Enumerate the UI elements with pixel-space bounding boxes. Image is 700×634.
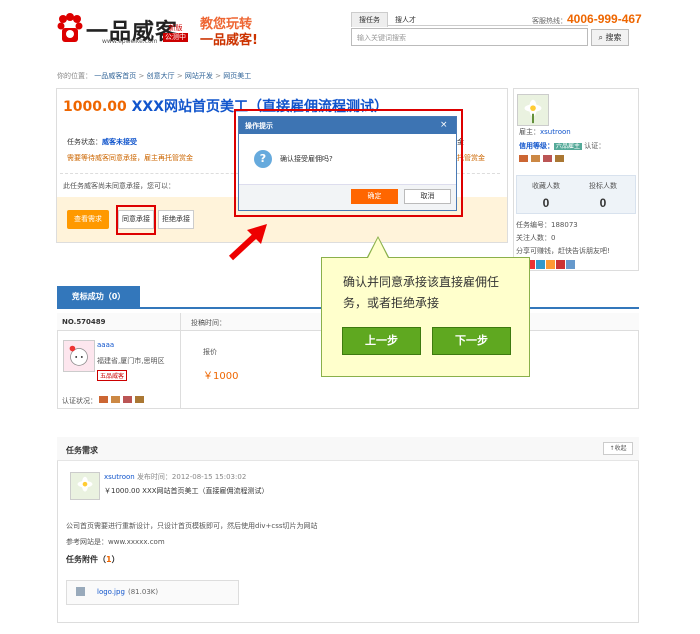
logo-url: www.epweike.com — [102, 38, 158, 45]
requirement-task: ￥1000.00 XXX网站首页美工（直接雇佣流程测试） — [104, 487, 269, 495]
accept-button[interactable]: 同意承接 — [118, 210, 154, 229]
cert-icon — [123, 396, 133, 403]
tab-search-talent[interactable]: 搜人才 — [388, 13, 423, 27]
tab-bid-success[interactable]: 竞标成功（0） — [57, 286, 140, 308]
bid-time: 投稿时间： — [191, 319, 226, 327]
cert-icon — [99, 396, 109, 403]
owner-credit: 信用等级： 六品雇主 认证： — [519, 142, 606, 150]
share-icon[interactable] — [546, 260, 555, 269]
share-icon[interactable] — [556, 260, 565, 269]
requirement-ref: 参考网站是：www.xxxxx.com — [66, 538, 165, 546]
tooltip-text: 确认并同意承接该直接雇佣任务，或者拒绝承接 — [343, 275, 500, 310]
task-notice: 此任务威客尚未同意承接，您可以： — [63, 182, 175, 190]
prev-step-button[interactable]: 上一步 — [342, 327, 421, 355]
requirement-avatar[interactable] — [70, 472, 100, 500]
share-icon[interactable] — [536, 260, 545, 269]
logo-badge: 新版 公测中 — [163, 24, 188, 42]
question-icon: ? — [254, 150, 272, 168]
attachment-link[interactable]: logo.jpg — [97, 588, 125, 596]
price-label: 报价 — [203, 348, 217, 356]
requirement-title: 任务需求 — [66, 446, 98, 455]
search-input[interactable]: 输入关键词搜索 — [351, 28, 588, 46]
cert-icon — [543, 155, 552, 162]
owner-meta: 任务编号：188073 关注人数：0 分享可赚钱，赶快告诉朋友吧! — [516, 221, 610, 255]
cancel-button[interactable]: 取消 — [404, 189, 451, 204]
cert-icon — [555, 155, 564, 162]
reject-button[interactable]: 拒绝承接 — [158, 210, 194, 229]
bid-stat: 投标人数 0 — [589, 182, 617, 210]
bid-number: NO.570489 — [62, 318, 106, 326]
search-icon: ⌕ — [598, 33, 603, 42]
breadcrumb: 你的位置： 一品威客首页 > 创意大厅 > 网站开发 > 网页美工 — [57, 72, 252, 80]
logo-icon — [57, 13, 83, 42]
cert-icon — [135, 396, 145, 403]
bidder-badge: 五品威客 — [97, 370, 128, 381]
cert-icon — [531, 155, 540, 162]
bidder-avatar[interactable] — [63, 340, 95, 372]
next-step-button[interactable]: 下一步 — [432, 327, 511, 355]
attachment-size: (81.03K) — [128, 588, 159, 596]
hotline: 客服热线：4006-999-467 — [532, 12, 642, 26]
crumb-hall[interactable]: 创意大厅 — [147, 72, 175, 80]
collect-stat: 收藏人数 0 — [532, 182, 560, 210]
owner-name: 雇主：xsutroon — [519, 128, 571, 136]
bidder-location: 福建省,厦门市,思明区 — [97, 357, 165, 365]
share-icon[interactable] — [566, 260, 575, 269]
task-warning: 需要等待威客同意承接，雇主再托管赏金 — [67, 154, 193, 162]
search-button[interactable]: ⌕ 搜索 — [591, 29, 629, 46]
owner-avatar[interactable] — [517, 94, 549, 126]
slogan[interactable]: 教您玩转 一品威客! — [200, 17, 258, 49]
task-status: 任务状态：威客未接受 — [67, 138, 137, 146]
dialog-title: 操作提示 — [245, 122, 273, 130]
cert-icon — [519, 155, 528, 162]
cert-icon — [111, 396, 121, 403]
tab-search-task[interactable]: 搜任务 — [351, 12, 388, 27]
requirement-header — [57, 437, 639, 461]
dialog-message: 确认接受雇佣吗? — [280, 155, 333, 163]
bid-price: ￥1000 — [203, 371, 239, 382]
view-requirement-button[interactable]: 查看需求 — [67, 210, 109, 229]
requirement-desc: 公司首页需要进行重新设计，只设计首页模板即可，然后使用div+css切片为网站 — [66, 522, 318, 530]
attachment-heading: 任务附件（1） — [66, 555, 120, 564]
requirement-user: xsutroon 发布时间：2012-08-15 15:03:02 — [104, 473, 247, 481]
confirm-button[interactable]: 确定 — [351, 189, 398, 204]
cert-icons — [519, 155, 567, 164]
collapse-button[interactable]: ↑收起 — [603, 442, 633, 455]
close-icon[interactable]: × — [440, 120, 448, 130]
bid-divider — [180, 313, 181, 409]
crumb-webdesign[interactable]: 网页美工 — [223, 72, 251, 80]
image-file-icon — [76, 587, 85, 596]
level-badge: 六品雇主 — [554, 143, 583, 150]
bidder-name[interactable]: aaaa — [97, 341, 114, 349]
tooltip-pointer-inner — [368, 238, 388, 258]
crumb-home[interactable]: 一品威客首页 — [94, 72, 136, 80]
arrow-icon — [228, 224, 267, 261]
bidder-cert: 认证状况： — [62, 396, 147, 406]
crumb-webdev[interactable]: 网站开发 — [185, 72, 213, 80]
